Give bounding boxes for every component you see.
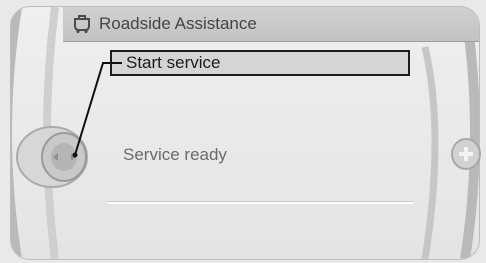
menu-item-label: Start service xyxy=(126,53,221,72)
status-text: Service ready xyxy=(123,145,227,164)
menu-divider xyxy=(108,201,413,204)
header-bar: Roadside Assistance xyxy=(63,7,479,42)
controller-knob-icon[interactable] xyxy=(16,126,88,188)
screen: Roadside Assistance Start service Servic… xyxy=(0,0,486,263)
plus-icon[interactable] xyxy=(451,138,481,170)
menu-item-start-service[interactable]: Start service xyxy=(110,50,410,76)
page-title: Roadside Assistance xyxy=(99,14,257,33)
right-frame-arc xyxy=(421,7,479,259)
assistance-icon xyxy=(71,13,93,35)
